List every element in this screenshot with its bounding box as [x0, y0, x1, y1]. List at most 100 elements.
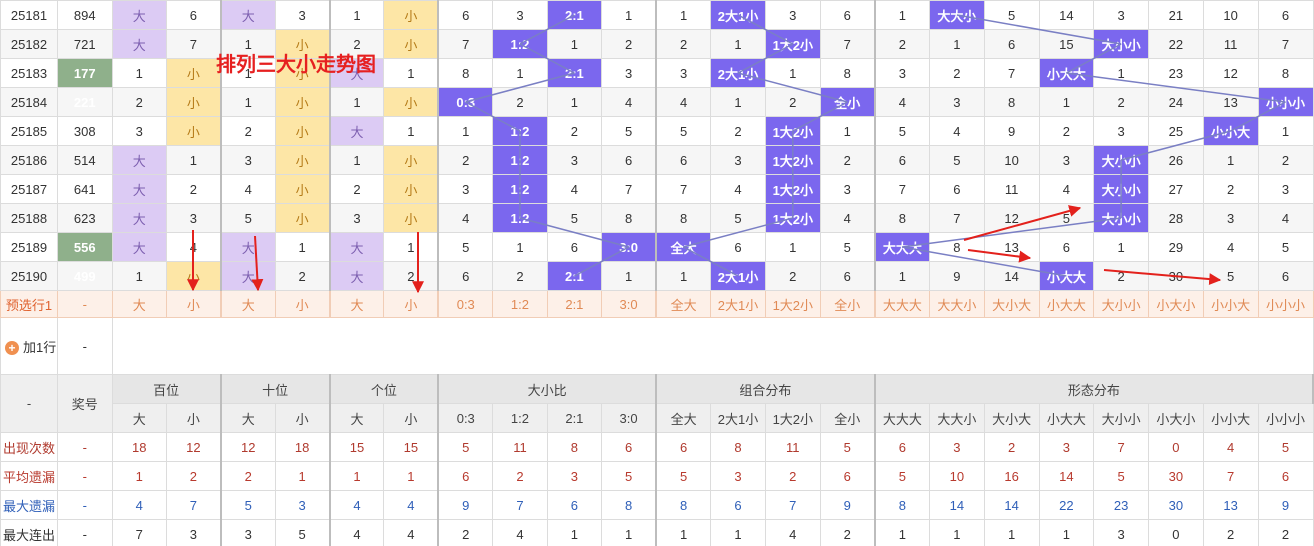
predict-option[interactable]: 小 [165, 290, 222, 318]
predict-option[interactable]: 3:0 [601, 290, 658, 318]
trend-cell: 1 [1202, 145, 1259, 175]
trend-cell: 27 [1148, 174, 1204, 204]
predict-option[interactable]: 全大 [655, 290, 712, 318]
trend-cell: 小 [274, 145, 331, 175]
trend-cell: 4 [1202, 232, 1259, 262]
award-number: 308 [56, 116, 113, 146]
stats-value: 1 [546, 519, 603, 546]
trend-cell: 1 [492, 58, 548, 88]
award-number: 177 [56, 58, 113, 88]
trend-cell: 7 [601, 174, 658, 204]
stats-value: 3 [165, 519, 222, 546]
predict-option[interactable]: 2大1小 [710, 290, 766, 318]
predict-option[interactable]: 小 [274, 290, 331, 318]
trend-cell: 5 [819, 232, 876, 262]
award-number: 514 [56, 145, 113, 175]
trend-cell: 小 [274, 29, 331, 59]
trend-cell: 15 [1038, 29, 1095, 59]
stats-value: 5 [437, 432, 494, 462]
trend-cell: 5 [874, 116, 931, 146]
stats-label: 最大遗漏 [0, 490, 58, 520]
trend-cell: 2:1 [546, 261, 603, 291]
stats-value: 4 [764, 519, 821, 546]
trend-cell: 1 [111, 261, 167, 291]
predict-option[interactable]: 小大大 [1038, 290, 1095, 318]
stats-header-groups: - 奖号 百位 十位 个位 大小比 组合分布 形态分布 [0, 374, 1314, 433]
trend-cell: 1 [819, 116, 876, 146]
predict-option[interactable]: 0:3 [437, 290, 494, 318]
trend-cell: 10 [1202, 0, 1259, 30]
stats-value: 6 [601, 432, 658, 462]
trend-cell: 2 [329, 29, 385, 59]
stats-num: - [56, 461, 113, 491]
stats-row: 出现次数 -18 12 12 18 15 15 5 11 8 6 6 8 11 5 6 3 2 3 7 0 4 5 [0, 432, 1314, 462]
trend-cell: 4 [546, 174, 603, 204]
header-column: 1:2 [492, 403, 548, 433]
predict-option[interactable]: 1大2小 [764, 290, 821, 318]
predict-option[interactable]: 2:1 [546, 290, 603, 318]
predict-option[interactable]: 小小小 [1257, 290, 1314, 318]
stats-value: 3 [274, 490, 331, 520]
predict-row[interactable]: 预选行1- 大小大小大小 0:3 1:2 2:1 3:0 全大 2大1小 1大2小 全小 大大大 大大… [0, 290, 1314, 318]
trend-cell: 1:2 [492, 203, 548, 233]
stats-value: 6 [819, 461, 876, 491]
stats-value: 9 [819, 490, 876, 520]
trend-cell: 8 [601, 203, 658, 233]
predict-option[interactable]: 大大大 [874, 290, 931, 318]
trend-cell: 4 [1038, 174, 1095, 204]
predict-option[interactable]: 小大小 [1148, 290, 1204, 318]
trend-cell: 3 [437, 174, 494, 204]
trend-cell: 1 [764, 58, 821, 88]
stats-value: 13 [1202, 490, 1259, 520]
predict-option[interactable]: 小小大 [1202, 290, 1259, 318]
trend-cell: 1 [929, 29, 985, 59]
trend-cell: 1:2 [492, 145, 548, 175]
trend-cell: 1 [1038, 87, 1095, 117]
trend-cell: 2 [764, 261, 821, 291]
predict-option[interactable]: 大小大 [983, 290, 1040, 318]
header-column: 小小大 [1202, 403, 1259, 433]
predict-option[interactable]: 小 [383, 290, 440, 318]
draw-row: 25182 721 大 7 1 小 2 小 7 1:2 1 2 2 1 1大2小 7 2 1 6 15 大小小 22 11 7 [0, 29, 1314, 59]
header-column: 0:3 [437, 403, 494, 433]
header-column: 1大2小 [764, 403, 821, 433]
trend-cell: 3 [165, 203, 222, 233]
stats-value: 4 [329, 490, 385, 520]
trend-cell: 3 [220, 145, 276, 175]
trend-cell: 大小小 [1093, 203, 1150, 233]
predict-option[interactable]: 大 [220, 290, 276, 318]
predict-option[interactable]: 1:2 [492, 290, 548, 318]
trend-cell: 大 [111, 203, 167, 233]
stats-value: 8 [874, 490, 931, 520]
trend-cell: 小 [165, 87, 222, 117]
award-number: 221 [56, 87, 113, 117]
stats-value: 8 [601, 490, 658, 520]
predict-option[interactable]: 大 [111, 290, 167, 318]
trend-cell: 4 [710, 174, 766, 204]
trend-cell: 2 [437, 145, 494, 175]
predict-option[interactable]: 全小 [819, 290, 876, 318]
trend-cell: 8 [819, 58, 876, 88]
stats-value: 4 [111, 490, 167, 520]
header-column: 大 [111, 403, 167, 433]
draw-row: 25186 514 大 1 3 小 1 小 2 1:2 3 6 6 3 1大2小 2 6 5 10 3 大小小 26 1 2 [0, 145, 1314, 175]
trend-cell: 24 [1148, 87, 1204, 117]
trend-cell: 6 [819, 0, 876, 30]
trend-cell: 2 [1257, 145, 1314, 175]
stats-value: 14 [983, 490, 1040, 520]
predict-option[interactable]: 大小小 [1093, 290, 1150, 318]
predict-option[interactable]: 大 [329, 290, 385, 318]
trend-cell: 1大2小 [764, 116, 821, 146]
trend-cell: 5 [655, 116, 712, 146]
predict-option[interactable]: 大大小 [929, 290, 985, 318]
trend-cell: 大 [329, 261, 385, 291]
trend-cell: 小 [274, 203, 331, 233]
trend-cell: 小大大 [1038, 261, 1095, 291]
trend-cell: 6 [165, 0, 222, 30]
stats-value: 1 [710, 519, 766, 546]
add-row-button[interactable]: + 加1行 [0, 317, 58, 375]
stats-value: 2 [819, 519, 876, 546]
stats-value: 14 [929, 490, 985, 520]
trend-cell: 6 [1257, 0, 1314, 30]
draw-row: 25187 641 大 2 4 小 2 小 3 1:2 4 7 7 4 1大2小 3 7 6 11 4 大小小 27 2 3 [0, 174, 1314, 204]
